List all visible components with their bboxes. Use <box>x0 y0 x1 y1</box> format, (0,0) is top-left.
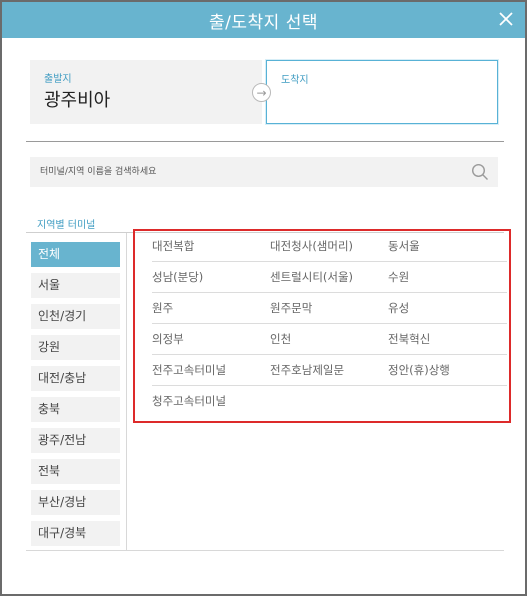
terminal-item[interactable]: 전북혁신 <box>388 324 507 355</box>
terminal-item[interactable]: 성남(분당) <box>152 262 270 293</box>
close-icon[interactable] <box>495 8 517 30</box>
departure-value: 광주비아 <box>44 90 111 111</box>
swap-glyph: → <box>256 85 267 100</box>
terminal-item[interactable]: 센트럴시티(서울) <box>270 262 388 293</box>
region-item-seoul[interactable]: 서울 <box>31 273 120 298</box>
region-item-daegu-gyeongbuk[interactable]: 대구/경북 <box>31 521 120 546</box>
terminal-item[interactable]: 정안(휴)상행 <box>388 355 507 386</box>
terminal-item[interactable]: 인천 <box>270 324 388 355</box>
search-icon[interactable] <box>471 163 489 181</box>
terminal-item[interactable]: 의정부 <box>152 324 270 355</box>
panel-divider <box>126 233 127 550</box>
region-item-incheon-gyeonggi[interactable]: 인천/경기 <box>31 304 120 329</box>
terminal-item[interactable]: 유성 <box>388 293 507 324</box>
region-item-daejeon-chungnam[interactable]: 대전/충남 <box>31 366 120 391</box>
departure-field[interactable]: 출발지 광주비아 <box>30 60 262 124</box>
divider <box>26 141 504 142</box>
region-item-chungbuk[interactable]: 충북 <box>31 397 120 422</box>
terminal-item[interactable]: 대전청사(샘머리) <box>270 231 388 262</box>
terminal-select-dialog: 출/도착지 선택 출발지 광주비아 도착지 → 지역별 터미널 전체 <box>0 0 527 596</box>
region-list: 전체 서울 인천/경기 강원 대전/충남 충북 광주/전남 전북 부산/경남 대… <box>31 242 120 552</box>
arrival-label: 도착지 <box>281 75 309 86</box>
region-item-busan-gyeongnam[interactable]: 부산/경남 <box>31 490 120 515</box>
arrival-field[interactable]: 도착지 <box>266 60 498 124</box>
terminal-item[interactable]: 원주 <box>152 293 270 324</box>
terminal-item[interactable]: 전주호남제일문 <box>270 355 388 386</box>
dialog-title: 출/도착지 선택 <box>209 12 318 33</box>
terminal-item[interactable]: 동서울 <box>388 231 507 262</box>
terminal-item[interactable]: 청주고속터미널 <box>152 386 270 417</box>
region-section-title: 지역별 터미널 <box>37 220 96 231</box>
terminal-item[interactable]: 대전복합 <box>152 231 270 262</box>
terminal-item[interactable]: 전주고속터미널 <box>152 355 270 386</box>
region-item-all[interactable]: 전체 <box>31 242 120 267</box>
dialog-titlebar: 출/도착지 선택 <box>2 2 525 38</box>
search-input[interactable] <box>30 157 460 187</box>
region-item-gwangju-jeonnam[interactable]: 광주/전남 <box>31 428 120 453</box>
terminal-list-highlight: 대전복합 대전청사(샘머리) 동서울 성남(분당) 센트럴시티(서울) 수원 원… <box>133 229 511 423</box>
departure-label: 출발지 <box>44 74 72 85</box>
terminal-item[interactable]: 원주문막 <box>270 293 388 324</box>
terminal-grid: 대전복합 대전청사(샘머리) 동서울 성남(분당) 센트럴시티(서울) 수원 원… <box>152 231 507 417</box>
terminal-item[interactable]: 수원 <box>388 262 507 293</box>
swap-icon[interactable]: → <box>252 83 271 102</box>
search-bar <box>30 157 498 187</box>
region-item-gangwon[interactable]: 강원 <box>31 335 120 360</box>
region-item-jeonbuk[interactable]: 전북 <box>31 459 120 484</box>
